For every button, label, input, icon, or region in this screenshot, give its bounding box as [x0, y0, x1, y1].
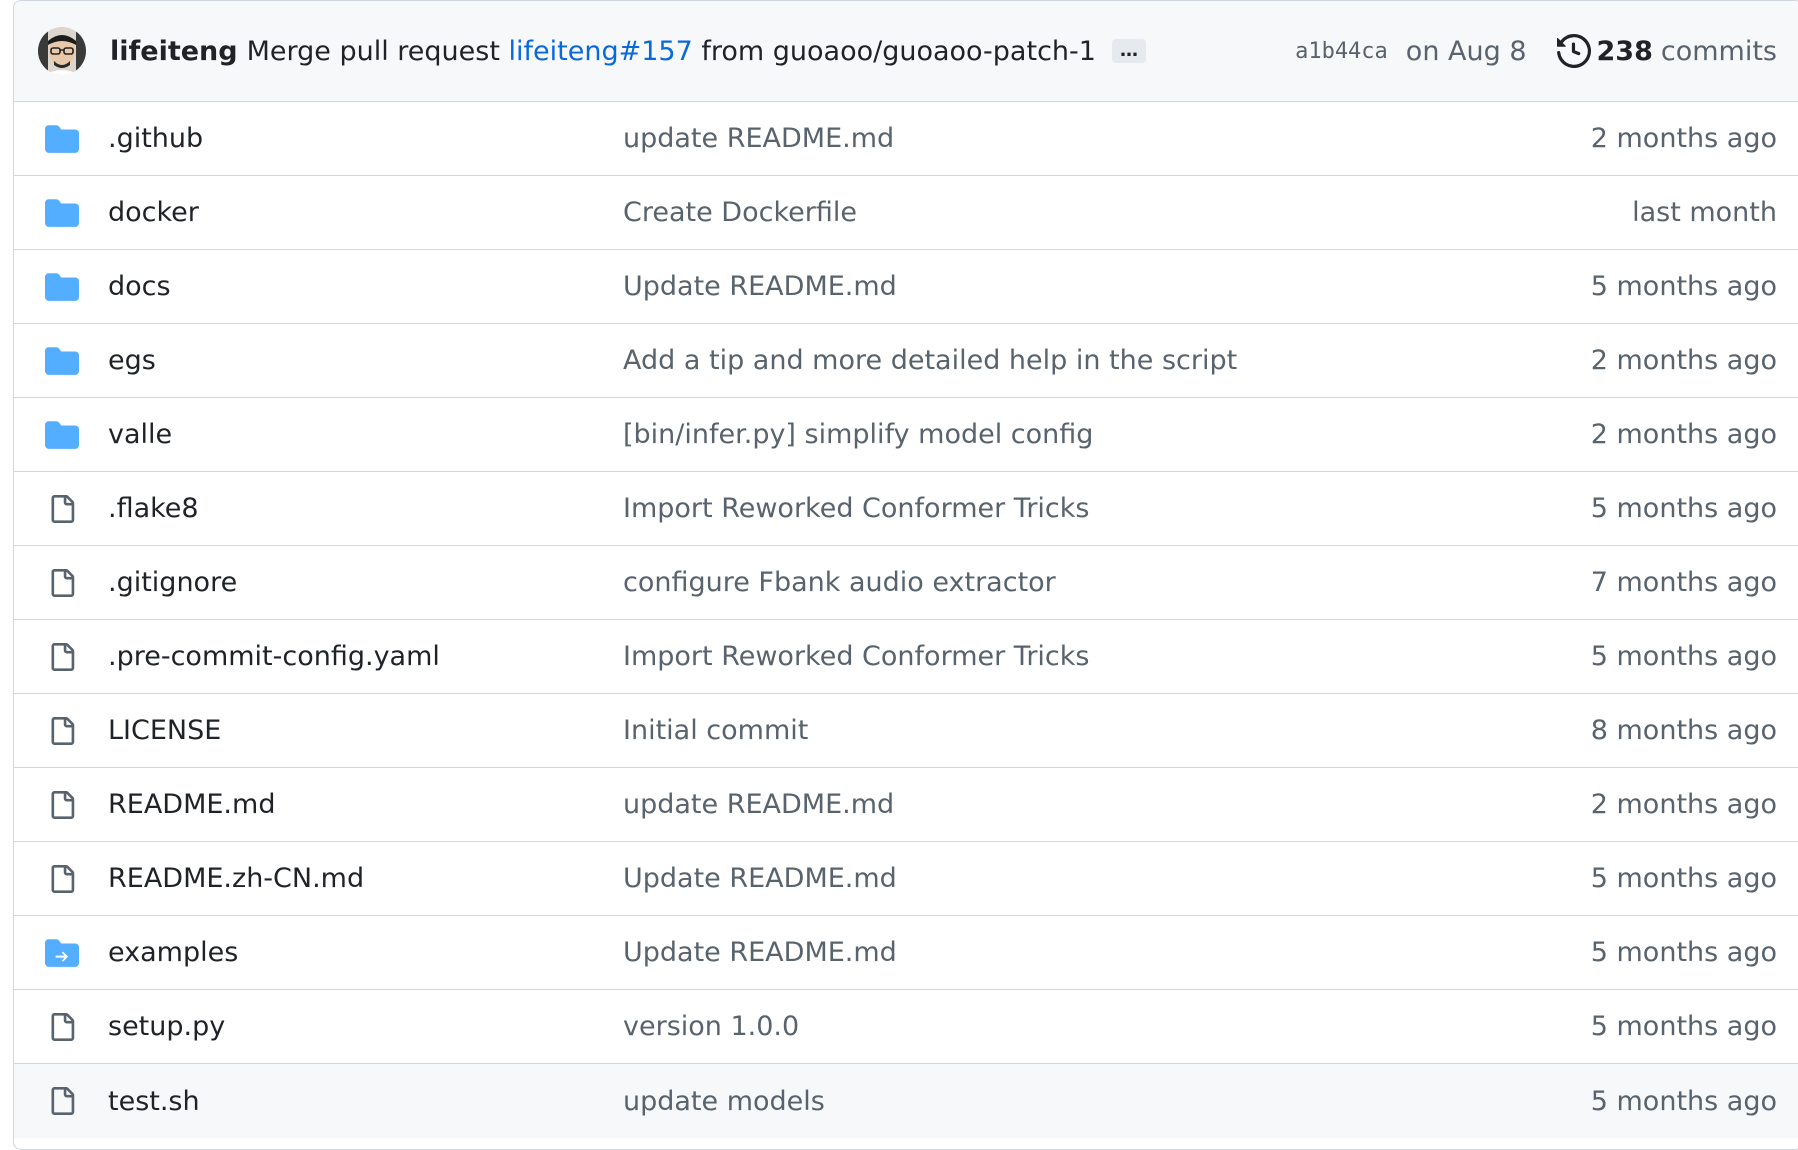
file-row[interactable]: .gitignore configure Fbank audio extracto… — [14, 546, 1798, 620]
commit-sha[interactable]: a1b44ca — [1295, 39, 1388, 64]
pull-request-link[interactable]: lifeiteng#157 — [509, 36, 693, 67]
commit-message-link[interactable]: [bin/infer.py] simplify model config — [623, 419, 1591, 450]
commit-message-link[interactable]: configure Fbank audio extractor — [623, 567, 1591, 598]
history-icon — [1556, 34, 1591, 68]
commit-message-link[interactable]: update models — [623, 1086, 1591, 1117]
file-name-link[interactable]: valle — [108, 419, 623, 450]
commit-message-link[interactable]: update README.md — [623, 789, 1591, 820]
commit-age: 2 months ago — [1590, 123, 1777, 154]
file-row[interactable]: docker Create Dockerfile last month — [14, 176, 1798, 250]
file-row[interactable]: valle [bin/infer.py] simplify model confi… — [14, 398, 1798, 472]
commit-date[interactable]: on Aug 8 — [1406, 36, 1527, 67]
folder-icon — [45, 346, 79, 375]
file-icon — [45, 494, 79, 523]
commit-age: 2 months ago — [1590, 789, 1777, 820]
file-name-link[interactable]: docs — [108, 271, 623, 302]
file-icon — [45, 642, 79, 671]
file-icon — [45, 568, 79, 597]
commit-age: 2 months ago — [1590, 345, 1777, 376]
file-row[interactable]: .github update README.md 2 months ago — [14, 102, 1798, 176]
file-name-link[interactable]: egs — [108, 345, 623, 376]
commit-age: 5 months ago — [1590, 641, 1777, 672]
folder-icon — [45, 272, 79, 301]
folder-icon — [45, 198, 79, 227]
commit-age: 5 months ago — [1590, 937, 1777, 968]
commit-age: 5 months ago — [1590, 493, 1777, 524]
file-name-link[interactable]: .github — [108, 123, 623, 154]
commit-message-prefix[interactable]: Merge pull request — [247, 36, 509, 67]
file-browser: lifeiteng Merge pull request lifeiteng#1… — [13, 0, 1798, 1150]
file-row[interactable]: setup.py version 1.0.0 5 months ago — [14, 990, 1798, 1064]
commit-age: last month — [1632, 197, 1777, 228]
commit-age: 5 months ago — [1590, 1011, 1777, 1042]
commit-message[interactable]: Merge pull request lifeiteng#157 from gu… — [247, 36, 1096, 67]
commit-message-link[interactable]: version 1.0.0 — [623, 1011, 1591, 1042]
file-name-link[interactable]: README.md — [108, 789, 623, 820]
commit-age: 8 months ago — [1590, 715, 1777, 746]
commit-message-suffix[interactable]: from guoaoo/guoaoo-patch-1 — [693, 36, 1096, 67]
commit-age: 5 months ago — [1590, 863, 1777, 894]
commits-history-link[interactable]: 238 commits — [1556, 34, 1777, 68]
file-row[interactable]: examples Update README.md 5 months ago — [14, 916, 1798, 990]
file-name-link[interactable]: .gitignore — [108, 567, 623, 598]
file-icon — [45, 790, 79, 819]
file-row[interactable]: LICENSE Initial commit 8 months ago — [14, 694, 1798, 768]
commit-count[interactable]: 238 — [1597, 36, 1653, 67]
file-name-link[interactable]: .pre-commit-config.yaml — [108, 641, 623, 672]
commit-message-link[interactable]: Import Reworked Conformer Tricks — [623, 493, 1591, 524]
latest-commit-bar: lifeiteng Merge pull request lifeiteng#1… — [14, 1, 1798, 102]
symlink-folder-icon — [45, 938, 79, 967]
file-row[interactable]: README.zh-CN.md Update README.md 5 months … — [14, 842, 1798, 916]
file-row[interactable]: egs Add a tip and more detailed help in t… — [14, 324, 1798, 398]
folder-icon — [45, 124, 79, 153]
file-name-link[interactable]: LICENSE — [108, 715, 623, 746]
commit-message-link[interactable]: Create Dockerfile — [623, 197, 1632, 228]
file-name-link[interactable]: .flake8 — [108, 493, 623, 524]
file-icon — [45, 864, 79, 893]
file-row[interactable]: test.sh update models 5 months ago — [14, 1064, 1798, 1138]
file-icon — [45, 1012, 79, 1041]
file-icon — [45, 716, 79, 745]
commit-age: 2 months ago — [1590, 419, 1777, 450]
file-row[interactable]: README.md update README.md 2 months ago — [14, 768, 1798, 842]
commit-age: 5 months ago — [1590, 1085, 1777, 1117]
file-name-link[interactable]: examples — [108, 937, 623, 968]
expand-commit-message-button[interactable]: … — [1111, 39, 1146, 63]
folder-icon — [45, 420, 79, 449]
commit-author[interactable]: lifeiteng — [110, 36, 238, 67]
commit-message-link[interactable]: Add a tip and more detailed help in the … — [623, 345, 1591, 376]
user-avatar[interactable] — [38, 27, 86, 75]
file-row[interactable]: .flake8 Import Reworked Conformer Tricks 5… — [14, 472, 1798, 546]
commit-age: 7 months ago — [1590, 567, 1777, 598]
file-row[interactable]: docs Update README.md 5 months ago — [14, 250, 1798, 324]
commit-message-link[interactable]: Update README.md — [623, 271, 1591, 302]
file-name-link[interactable]: README.zh-CN.md — [108, 863, 623, 894]
file-name-link[interactable]: setup.py — [108, 1011, 623, 1042]
commits-label[interactable]: commits — [1661, 36, 1777, 67]
file-list: .github update README.md 2 months ago dock… — [14, 102, 1798, 1138]
file-name-link[interactable]: docker — [108, 197, 623, 228]
commit-message-link[interactable]: Update README.md — [623, 863, 1591, 894]
file-row[interactable]: .pre-commit-config.yaml Import Reworked C… — [14, 620, 1798, 694]
commit-age: 5 months ago — [1590, 271, 1777, 302]
file-name-link[interactable]: test.sh — [108, 1086, 623, 1117]
commit-message-link[interactable]: Initial commit — [623, 715, 1591, 746]
commit-message-link[interactable]: Import Reworked Conformer Tricks — [623, 641, 1591, 672]
file-icon — [45, 1087, 79, 1115]
commit-message-link[interactable]: Update README.md — [623, 937, 1591, 968]
commit-message-link[interactable]: update README.md — [623, 123, 1591, 154]
